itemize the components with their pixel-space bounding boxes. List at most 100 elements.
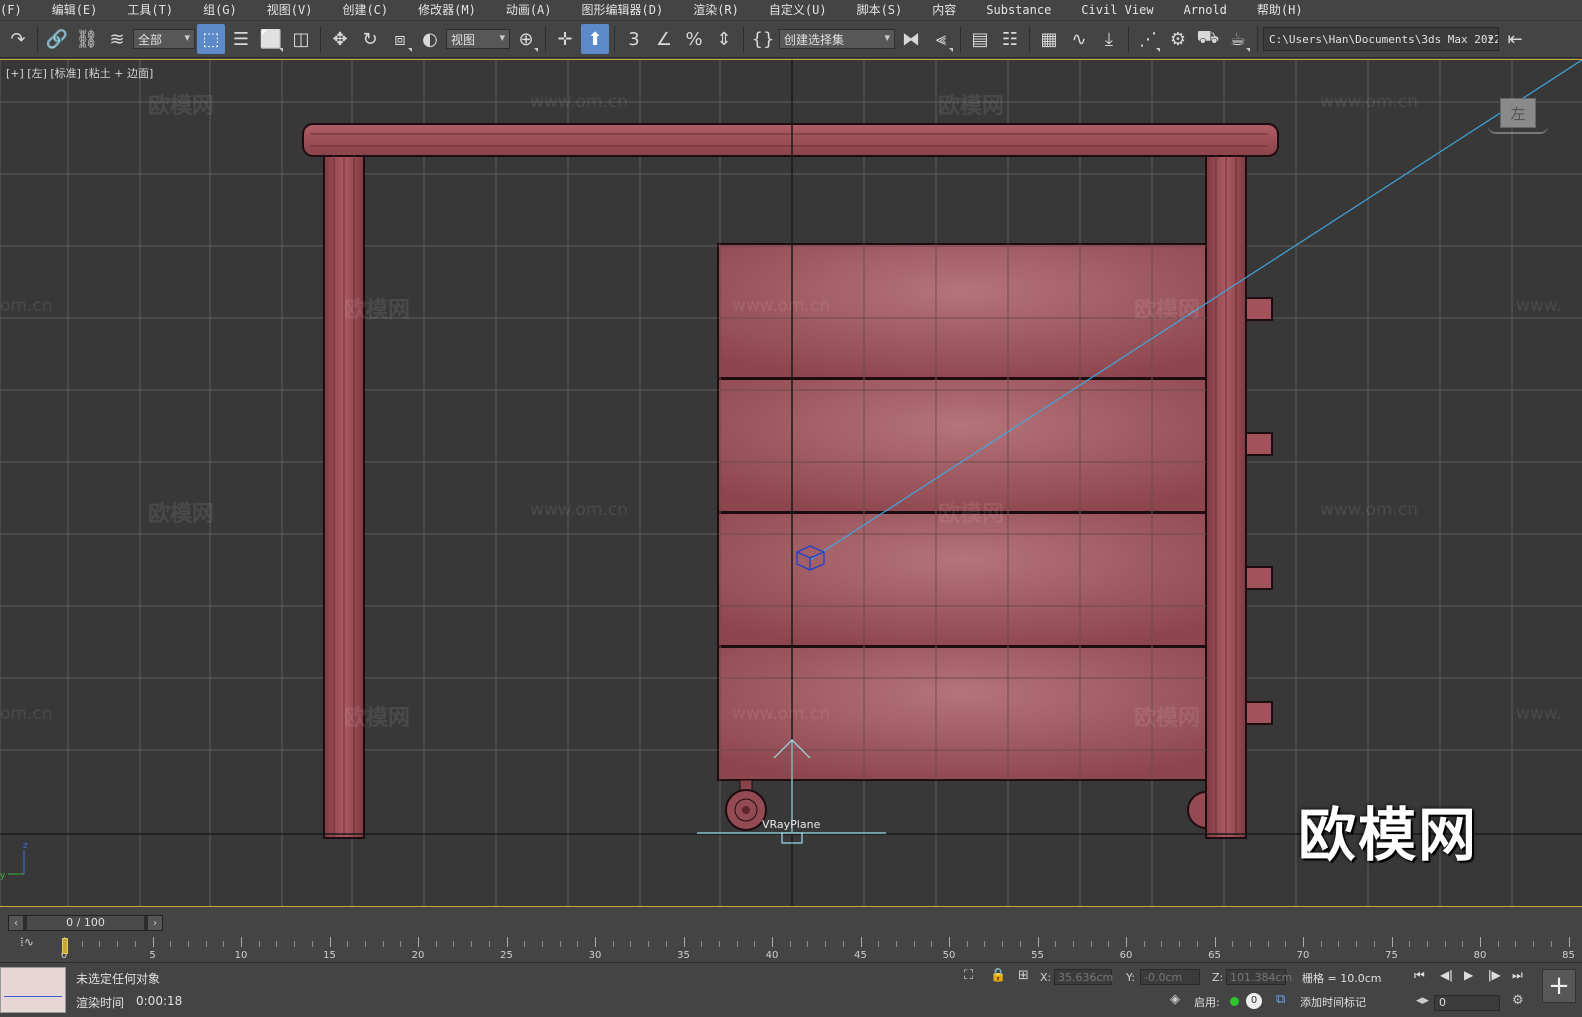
menu-item[interactable]: 动画(A) (491, 0, 567, 20)
rendered-frame-window-icon[interactable]: ⛟ (1194, 24, 1222, 54)
grid-size: 栅格 = 10.0cm (1302, 972, 1382, 985)
named-selection-dropdown[interactable]: 创建选择集 (779, 29, 895, 49)
ruler-label: 35 (677, 950, 690, 961)
align-icon[interactable]: ⫷ (927, 24, 955, 54)
viewport-label[interactable]: [+] [左] [标准] [粘土 + 边面] (6, 65, 153, 81)
viewcube[interactable]: 左 (1500, 98, 1536, 128)
ruler-tick (541, 941, 543, 947)
angle-snap-icon[interactable]: ∠ (650, 24, 678, 54)
menu-item[interactable]: 内容 (917, 0, 971, 20)
reference-coordinate-dropdown[interactable]: 视图 (446, 29, 510, 49)
redo-icon[interactable]: ↷ (4, 24, 32, 54)
time-slider-value[interactable]: 0 / 100 (27, 916, 144, 930)
schematic-view-icon[interactable]: ⤓ (1095, 24, 1123, 54)
link-icon[interactable]: 🔗 (43, 24, 71, 54)
ruler-tick (1126, 937, 1127, 947)
track-bar-toggle-icon[interactable]: ⁞∿ (20, 935, 34, 949)
material-editor-icon[interactable]: ⋰ (1134, 24, 1162, 54)
previous-frame-icon[interactable]: ◀ǀ (1440, 968, 1453, 982)
mirror-icon[interactable]: ⧓ (897, 24, 925, 54)
menu-item[interactable]: 图形编辑器(D) (567, 0, 679, 20)
time-tag-icon[interactable]: ⧉ (1276, 992, 1285, 1007)
viewport-left[interactable]: [+] [左] [标准] [粘土 + 边面] VRayPlane z y 欧模网… (0, 59, 1582, 906)
menu-item[interactable]: 工具(T) (112, 0, 188, 20)
key-mode-icon[interactable]: ◂▸ (1416, 993, 1429, 1008)
scene-explorer-icon[interactable]: ▤ (966, 24, 994, 54)
current-frame-marker[interactable] (62, 938, 68, 954)
select-manipulate-icon[interactable]: ✛ (551, 24, 579, 54)
select-by-name-icon[interactable]: ☰ (227, 24, 255, 54)
ruler-tick (81, 941, 83, 947)
percent-snap-icon[interactable]: % (680, 24, 708, 54)
selection-lock-icon[interactable]: 🔒 (990, 968, 1006, 983)
curve-editor-icon[interactable]: ∿ (1065, 24, 1093, 54)
logo-watermark: 欧模网 (1298, 801, 1479, 869)
spinner-snap-icon[interactable]: ⇕ (710, 24, 738, 54)
maxscript-listener[interactable] (0, 967, 66, 1013)
play-icon[interactable]: ▶ (1464, 968, 1473, 982)
rotate-icon[interactable]: ↻ (356, 24, 384, 54)
menu-item[interactable]: (F) (0, 0, 37, 20)
current-frame-field[interactable]: 0 (1434, 995, 1500, 1011)
move-icon[interactable]: ✥ (326, 24, 354, 54)
menu-item[interactable]: 脚本(S) (842, 0, 918, 20)
menu-item[interactable]: 编辑(E) (37, 0, 113, 20)
edit-named-selection-icon[interactable]: {} (749, 24, 777, 54)
menu-item[interactable]: Substance (971, 0, 1066, 20)
layer-explorer-icon[interactable]: ☷ (996, 24, 1024, 54)
coord-z-field[interactable]: 101.384cm (1226, 969, 1292, 985)
ruler-tick (187, 941, 189, 947)
keyboard-shortcut-override-icon[interactable]: ⬆ (581, 24, 609, 54)
time-configuration-icon[interactable]: ⚙ (1512, 993, 1524, 1008)
ruler-tick (595, 937, 596, 947)
time-slider-prev-icon[interactable]: ‹ (9, 916, 23, 930)
ruler-tick (1480, 937, 1481, 947)
time-slider-next-icon[interactable]: › (148, 916, 162, 930)
coord-y-field[interactable]: -0.0cm (1140, 969, 1200, 985)
ruler-label: 85 (1562, 950, 1575, 961)
window-crossing-icon[interactable]: ◫ (287, 24, 315, 54)
time-ruler[interactable]: 0 5 10 15 20 25 30 35 40 45 50 55 60 65 70 75 80 85 (61, 933, 1575, 961)
render-teapot-icon[interactable]: ☕ (1224, 24, 1252, 54)
set-project-icon[interactable]: ⇤ (1501, 24, 1529, 54)
go-to-end-icon[interactable]: ⏭ (1512, 968, 1523, 983)
ruler-tick (471, 941, 473, 947)
ruler-label: 55 (1031, 950, 1044, 961)
menu-item[interactable]: 视图(V) (252, 0, 328, 20)
menu-item[interactable]: 帮助(H) (1242, 0, 1318, 20)
select-object-icon[interactable]: ⬚ (197, 24, 225, 54)
absolute-transform-icon[interactable]: ⊞ (1018, 968, 1029, 983)
scale-icon[interactable]: ⧈ (386, 24, 414, 54)
top-rail[interactable] (302, 123, 1279, 157)
menu-item[interactable]: 组(G) (188, 0, 252, 20)
enable-count-badge[interactable]: 0 (1246, 993, 1262, 1009)
menu-item[interactable]: Civil View (1066, 0, 1168, 20)
time-slider[interactable]: ‹ 0 / 100 › (8, 915, 163, 931)
coord-x-field[interactable]: 35.636cm (1054, 969, 1113, 985)
next-frame-icon[interactable]: ǀ▶ (1488, 968, 1501, 982)
placement-icon[interactable]: ◐ (416, 24, 444, 54)
menu-item[interactable]: 创建(C) (327, 0, 403, 20)
pivot-center-icon[interactable]: ⊕ (512, 24, 540, 54)
bind-spacewarp-icon[interactable]: ≋ (103, 24, 131, 54)
project-path-dropdown[interactable]: C:\Users\Han\Documents\3ds Max 2022 (1263, 27, 1499, 51)
selection-filter-dropdown[interactable]: 全部 (133, 29, 195, 49)
menu-item[interactable]: 渲染(R) (678, 0, 754, 20)
menu-item[interactable]: Arnold (1169, 0, 1242, 20)
add-key-button[interactable]: + (1542, 969, 1576, 1003)
menu-item[interactable]: 自定义(U) (754, 0, 842, 20)
drawer-cabinet[interactable] (717, 243, 1207, 781)
menu-item[interactable]: 修改器(M) (403, 0, 491, 20)
add-time-tag[interactable]: 添加时间标记 (1300, 994, 1366, 1010)
go-to-start-icon[interactable]: ⏮ (1414, 968, 1425, 983)
snap-toggle-icon[interactable]: 3 (620, 24, 648, 54)
adaptive-degradation-icon[interactable]: ◈ (1170, 992, 1180, 1007)
rectangle-selection-icon[interactable]: ⬜ (257, 24, 285, 54)
isolate-selection-icon[interactable]: ⛶ (964, 968, 973, 983)
ruler-tick (1303, 937, 1304, 947)
ruler-tick (1320, 941, 1322, 947)
viewcube-compass-ring[interactable] (1488, 126, 1548, 134)
render-setup-icon[interactable]: ⚙ (1164, 24, 1192, 54)
unlink-icon[interactable]: ⛓ (73, 24, 101, 54)
ribbon-toggle-icon[interactable]: ▦ (1035, 24, 1063, 54)
